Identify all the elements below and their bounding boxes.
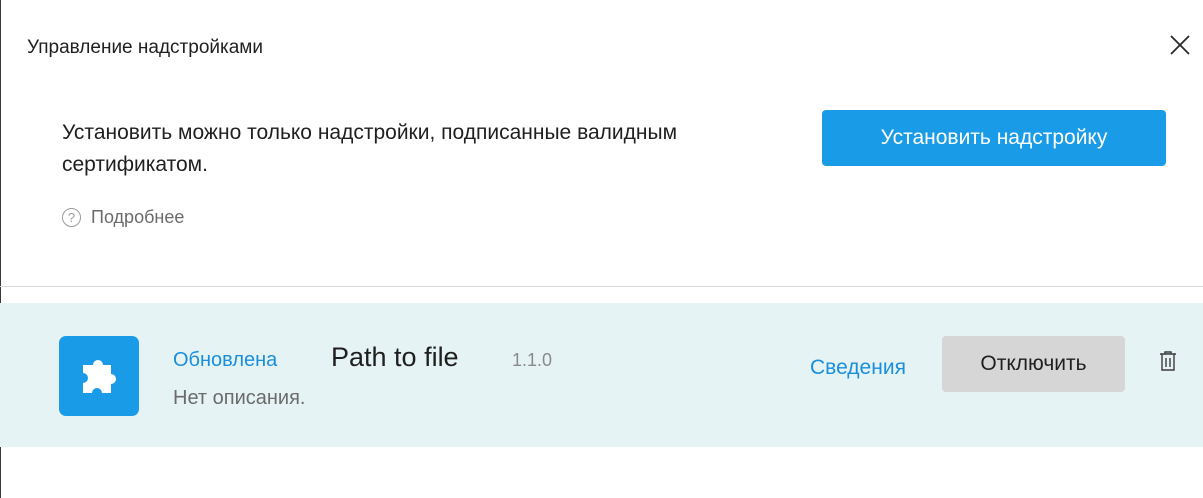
- addon-list-item: Обновлена Path to file 1.1.0 Нет описани…: [0, 303, 1203, 447]
- close-icon[interactable]: [1168, 33, 1192, 57]
- learn-more-link[interactable]: ? Подробнее: [62, 207, 184, 228]
- addon-description: Нет описания.: [173, 387, 306, 409]
- disable-addon-button[interactable]: Отключить: [942, 336, 1125, 392]
- dialog-title: Управление надстройками: [27, 37, 263, 58]
- addon-version: 1.1.0: [512, 350, 553, 370]
- install-addon-button[interactable]: Установить надстройку: [822, 110, 1166, 166]
- addon-details-link[interactable]: Сведения: [810, 356, 906, 380]
- question-circle-icon: ?: [62, 208, 81, 227]
- trash-icon[interactable]: [1158, 350, 1178, 372]
- signature-notice: Установить можно только надстройки, подп…: [62, 121, 678, 176]
- learn-more-label: Подробнее: [91, 207, 185, 227]
- divider: [0, 286, 1203, 287]
- puzzle-icon: [59, 336, 139, 416]
- addon-name: Path to file: [331, 342, 459, 372]
- addon-status-badge: Обновлена: [173, 349, 278, 371]
- manage-addons-dialog: Управление надстройками Установить можно…: [0, 0, 1203, 498]
